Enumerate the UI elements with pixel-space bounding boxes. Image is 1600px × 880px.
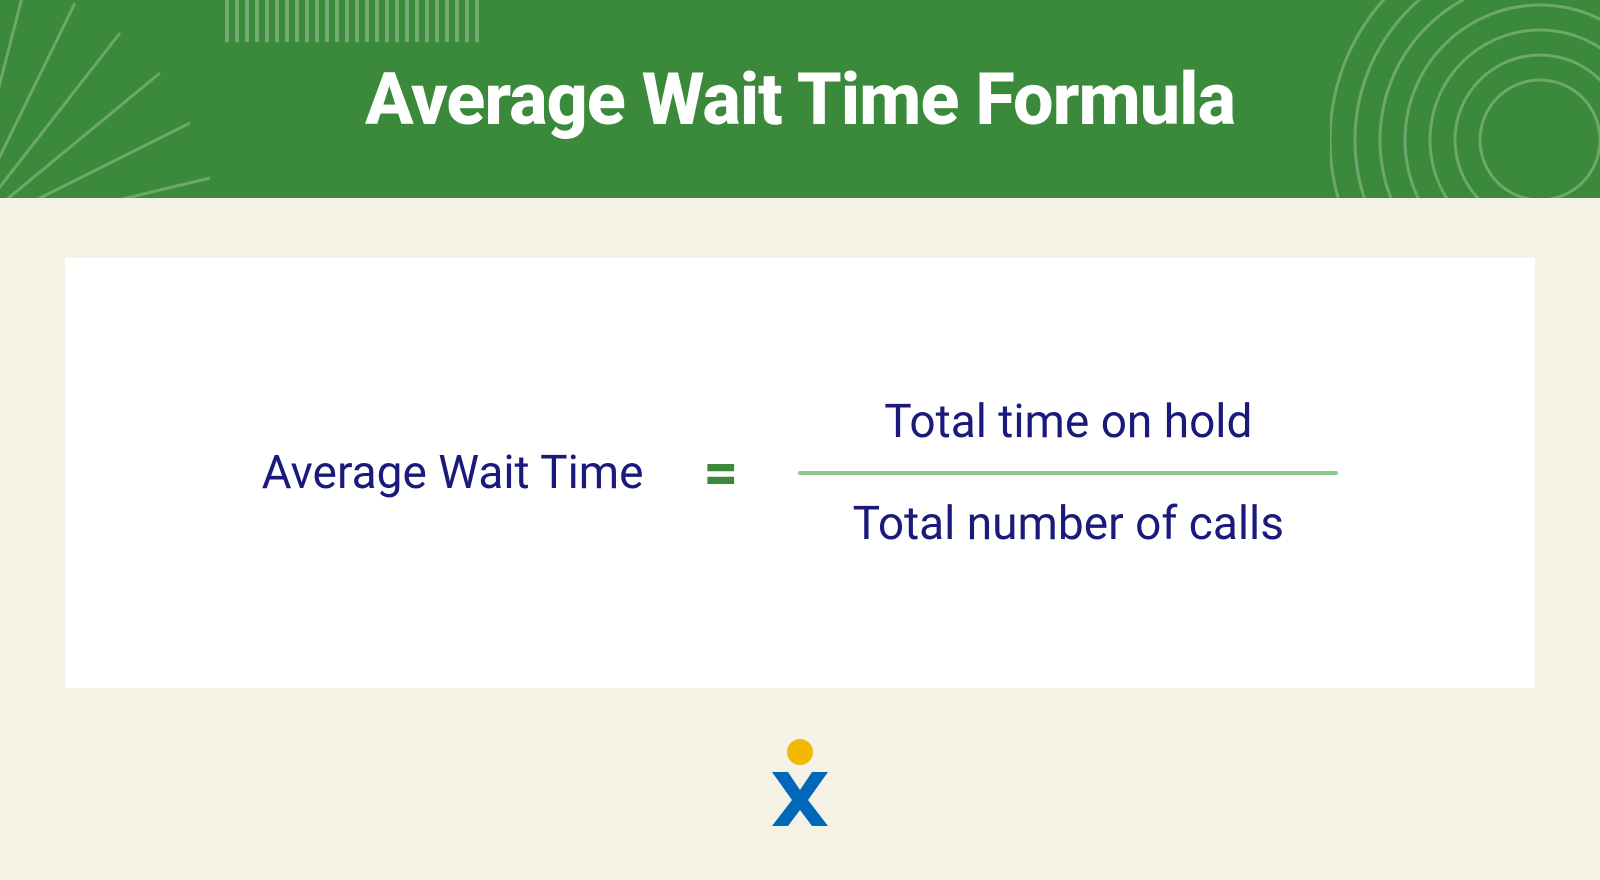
formula-card: Average Wait Time = Total time on hold T… [65, 258, 1535, 688]
decorative-barcode-icon [225, 0, 485, 42]
nextiva-logo-icon [768, 738, 832, 826]
logo-container [768, 738, 832, 826]
formula-lhs: Average Wait Time [262, 446, 644, 500]
page-title: Average Wait Time Formula [365, 57, 1235, 142]
decorative-arcs-icon [1330, 0, 1600, 198]
formula-denominator: Total number of calls [853, 497, 1284, 551]
formula-numerator: Total time on hold [884, 395, 1252, 449]
header-banner: Average Wait Time Formula [0, 0, 1600, 198]
page-root: Average Wait Time Formula Average Wait T… [0, 0, 1600, 880]
equals-sign-icon: = [704, 443, 739, 503]
formula-fraction: Total time on hold Total number of calls [798, 395, 1338, 551]
content-area: Average Wait Time = Total time on hold T… [0, 198, 1600, 880]
decorative-fan-icon [0, 0, 220, 198]
fraction-divider [798, 471, 1338, 475]
